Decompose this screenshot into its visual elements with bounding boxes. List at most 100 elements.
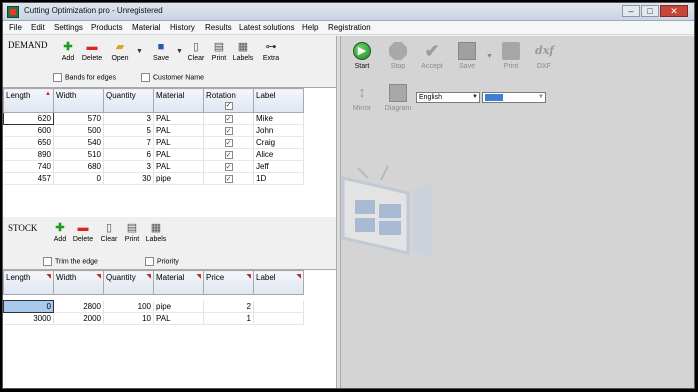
col-width[interactable]: Width [53, 88, 104, 113]
menu-material[interactable]: Material [132, 23, 160, 32]
cell-width[interactable]: 680 [53, 160, 104, 173]
demand-labels-button[interactable]: ▦ Labels [230, 41, 256, 62]
close-button[interactable]: ✕ [660, 5, 688, 17]
menu-edit[interactable]: Edit [31, 23, 45, 32]
cell-material[interactable]: PAL [153, 312, 204, 325]
cell-length[interactable]: 620 [3, 112, 54, 125]
cell-rotation[interactable]: ✓ [203, 136, 254, 149]
cell-label[interactable]: Jeff [253, 160, 304, 173]
col-quantity[interactable]: Quantity [103, 88, 154, 113]
cell-rotation[interactable]: ✓ [203, 172, 254, 185]
dxf-button[interactable]: dxf DXF [529, 42, 559, 70]
menu-settings[interactable]: Settings [54, 23, 83, 32]
accept-button[interactable]: ✔ Accept [417, 42, 447, 70]
table-row[interactable]: 457 0 30 pipe ✓ 1D [3, 172, 304, 185]
cell-price[interactable]: 1 [203, 312, 254, 325]
color-select[interactable]: ▼ [482, 92, 546, 103]
cell-width[interactable]: 0 [53, 172, 104, 185]
cell-material[interactable]: PAL [153, 124, 204, 137]
diagram-button[interactable]: Diagram [383, 84, 413, 112]
rotation-checkbox[interactable]: ✓ [224, 114, 233, 123]
col-length[interactable]: Length ▲ [3, 88, 54, 113]
cell-width[interactable]: 2000 [53, 312, 104, 325]
cell-width[interactable]: 540 [53, 136, 104, 149]
cell-price[interactable]: 2 [203, 300, 254, 313]
cell-quantity[interactable]: 6 [103, 148, 154, 161]
cell-length[interactable]: 0 [3, 300, 54, 313]
cell-material[interactable]: pipe [153, 300, 204, 313]
menu-help[interactable]: Help [302, 23, 318, 32]
cell-length[interactable]: 457 [3, 172, 54, 185]
col-length[interactable]: Length ◥ [3, 270, 54, 295]
rotation-checkbox[interactable]: ✓ [224, 150, 233, 159]
cell-label[interactable] [253, 312, 304, 325]
stop-button[interactable]: Stop [383, 42, 413, 70]
cell-label[interactable]: Craig [253, 136, 304, 149]
table-row[interactable]: 0 2800 100 pipe 2 [3, 300, 304, 313]
result-save-dropdown-arrow-icon[interactable]: ▼ [486, 53, 493, 60]
language-select[interactable]: English ▼ [416, 92, 480, 103]
cell-rotation[interactable]: ✓ [203, 148, 254, 161]
cell-quantity[interactable]: 10 [103, 312, 154, 325]
cell-label[interactable]: 1D [253, 172, 304, 185]
stock-labels-button[interactable]: ▦ Labels [143, 222, 169, 243]
demand-delete-button[interactable]: ▬ Delete [79, 41, 105, 62]
menu-results[interactable]: Results [205, 23, 232, 32]
cell-label[interactable]: Mike [253, 112, 304, 125]
cell-material[interactable]: PAL [153, 148, 204, 161]
menu-history[interactable]: History [170, 23, 195, 32]
cell-length[interactable]: 650 [3, 136, 54, 149]
cell-length[interactable]: 890 [3, 148, 54, 161]
table-row[interactable]: 3000 2000 10 PAL 1 [3, 312, 304, 325]
menu-file[interactable]: File [9, 23, 22, 32]
menu-registration[interactable]: Registration [328, 23, 371, 32]
cell-quantity[interactable]: 3 [103, 160, 154, 173]
demand-print-button[interactable]: ▤ Print [206, 41, 232, 62]
demand-add-button[interactable]: ✚ Add [55, 41, 81, 62]
demand-open-button[interactable]: ▰ Open [107, 41, 133, 62]
col-width[interactable]: Width ◥ [53, 270, 104, 295]
open-dropdown-arrow-icon[interactable]: ▼ [136, 48, 143, 55]
cell-rotation[interactable]: ✓ [203, 124, 254, 137]
cell-material[interactable]: PAL [153, 112, 204, 125]
trim-the-edge-checkbox[interactable]: Trim the edge [43, 257, 98, 266]
bands-for-edges-checkbox[interactable]: Bands for edges [53, 73, 116, 82]
col-label[interactable]: Label ◥ [253, 270, 304, 295]
stock-delete-button[interactable]: ▬ Delete [70, 222, 96, 243]
cell-quantity[interactable]: 30 [103, 172, 154, 185]
result-print-button[interactable]: Print [496, 42, 526, 70]
result-save-button[interactable]: Save [452, 42, 482, 70]
table-row[interactable]: 650 540 7 PAL ✓ Craig [3, 136, 304, 149]
cell-width[interactable]: 510 [53, 148, 104, 161]
col-label[interactable]: Label [253, 88, 304, 113]
menu-latest-solutions[interactable]: Latest solutions [239, 23, 295, 32]
cell-label[interactable]: John [253, 124, 304, 137]
cell-width[interactable]: 500 [53, 124, 104, 137]
cell-quantity[interactable]: 7 [103, 136, 154, 149]
minimize-button[interactable]: – [622, 5, 640, 17]
stock-print-button[interactable]: ▤ Print [119, 222, 145, 243]
cell-material[interactable]: pipe [153, 172, 204, 185]
cell-material[interactable]: PAL [153, 136, 204, 149]
rotation-checkbox[interactable]: ✓ [224, 174, 233, 183]
cell-quantity[interactable]: 100 [103, 300, 154, 313]
cell-width[interactable]: 570 [53, 112, 104, 125]
cell-label[interactable] [253, 300, 304, 313]
cell-length[interactable]: 3000 [3, 312, 54, 325]
col-material[interactable]: Material ◥ [153, 270, 204, 295]
col-rotation[interactable]: Rotation ✓ [203, 88, 254, 113]
rotation-all-checkbox[interactable]: ✓ [224, 102, 233, 110]
cell-rotation[interactable]: ✓ [203, 112, 254, 125]
table-row[interactable]: 740 680 3 PAL ✓ Jeff [3, 160, 304, 173]
save-dropdown-arrow-icon[interactable]: ▼ [176, 48, 183, 55]
cell-quantity[interactable]: 3 [103, 112, 154, 125]
rotation-checkbox[interactable]: ✓ [224, 162, 233, 171]
col-quantity[interactable]: Quantity ◥ [103, 270, 154, 295]
rotation-checkbox[interactable]: ✓ [224, 138, 233, 147]
mirror-button[interactable]: ↕ Mirror [347, 84, 377, 112]
table-row[interactable]: 620 570 3 PAL ✓ Mike [3, 112, 304, 125]
cell-length[interactable]: 600 [3, 124, 54, 137]
start-button[interactable]: ▶ Start [347, 42, 377, 70]
maximize-button[interactable]: □ [641, 5, 659, 17]
cell-length[interactable]: 740 [3, 160, 54, 173]
